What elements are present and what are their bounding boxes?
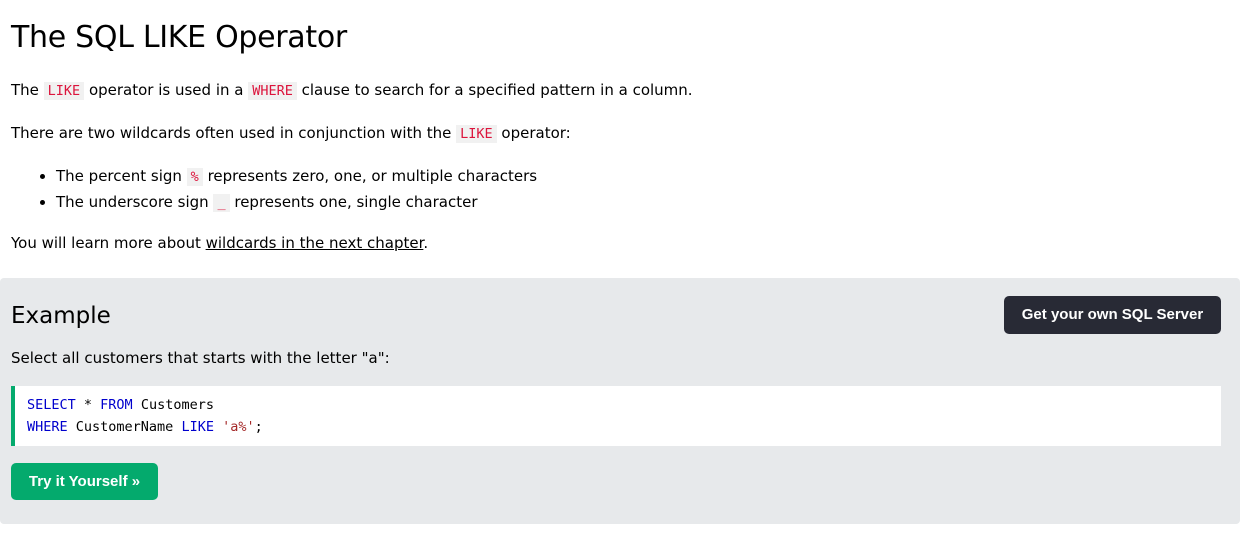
- inline-code: LIKE: [456, 125, 497, 143]
- learn-more-text: You will learn more about: [11, 234, 206, 252]
- list-item: The underscore sign _ represents one, si…: [56, 190, 537, 216]
- inline-code: %: [186, 168, 203, 186]
- inline-code: LIKE: [43, 82, 85, 100]
- list-item-text: The percent sign: [56, 167, 187, 185]
- learn-more-text: .: [423, 234, 429, 252]
- try-it-yourself-button[interactable]: Try it Yourself »: [11, 463, 158, 500]
- inline-code: _: [213, 194, 230, 212]
- intro-text: clause to search for a specified pattern…: [296, 81, 693, 99]
- code-text: CustomerName: [67, 419, 182, 435]
- wildcards-paragraph: There are two wildcards often used in co…: [11, 122, 571, 145]
- wildcards-chapter-link[interactable]: wildcards in the next chapter: [206, 234, 424, 252]
- sql-keyword: SELECT: [27, 397, 76, 413]
- learn-more-paragraph: You will learn more about wildcards in t…: [11, 232, 428, 254]
- tutorial-page: The SQL LIKE Operator The LIKE operator …: [0, 0, 1240, 533]
- sql-keyword: LIKE: [181, 419, 214, 435]
- example-heading: Example: [11, 303, 111, 329]
- wildcard-list: The percent sign % represents zero, one,…: [0, 164, 537, 216]
- intro-text: operator is used in a: [84, 81, 249, 99]
- list-item-text: The underscore sign: [56, 193, 214, 211]
- sql-keyword: FROM: [100, 397, 133, 413]
- wildcards-text: There are two wildcards often used in co…: [11, 124, 457, 142]
- wildcards-text: operator:: [496, 124, 571, 142]
- code-text: ;: [254, 419, 263, 435]
- sql-keyword: WHERE: [27, 419, 68, 435]
- list-item-text: represents one, single character: [229, 193, 478, 211]
- intro-text: The: [11, 81, 44, 99]
- page-title: The SQL LIKE Operator: [11, 20, 347, 55]
- list-item: The percent sign % represents zero, one,…: [56, 164, 537, 190]
- code-line: SELECT * FROM Customers: [27, 394, 1221, 416]
- example-description: Select all customers that starts with th…: [11, 349, 390, 367]
- inline-code: WHERE: [248, 82, 297, 100]
- code-text: *: [75, 397, 101, 413]
- intro-paragraph: The LIKE operator is used in a WHERE cla…: [11, 79, 693, 102]
- code-line: WHERE CustomerName LIKE 'a%';: [27, 416, 1221, 438]
- list-item-text: represents zero, one, or multiple charac…: [202, 167, 538, 185]
- code-block: SELECT * FROM Customers WHERE CustomerNa…: [11, 386, 1221, 446]
- sql-string: 'a%': [222, 419, 255, 435]
- code-text: Customers: [132, 397, 214, 413]
- example-panel: Example Get your own SQL Server Select a…: [0, 278, 1240, 524]
- get-sql-server-button[interactable]: Get your own SQL Server: [1004, 296, 1221, 334]
